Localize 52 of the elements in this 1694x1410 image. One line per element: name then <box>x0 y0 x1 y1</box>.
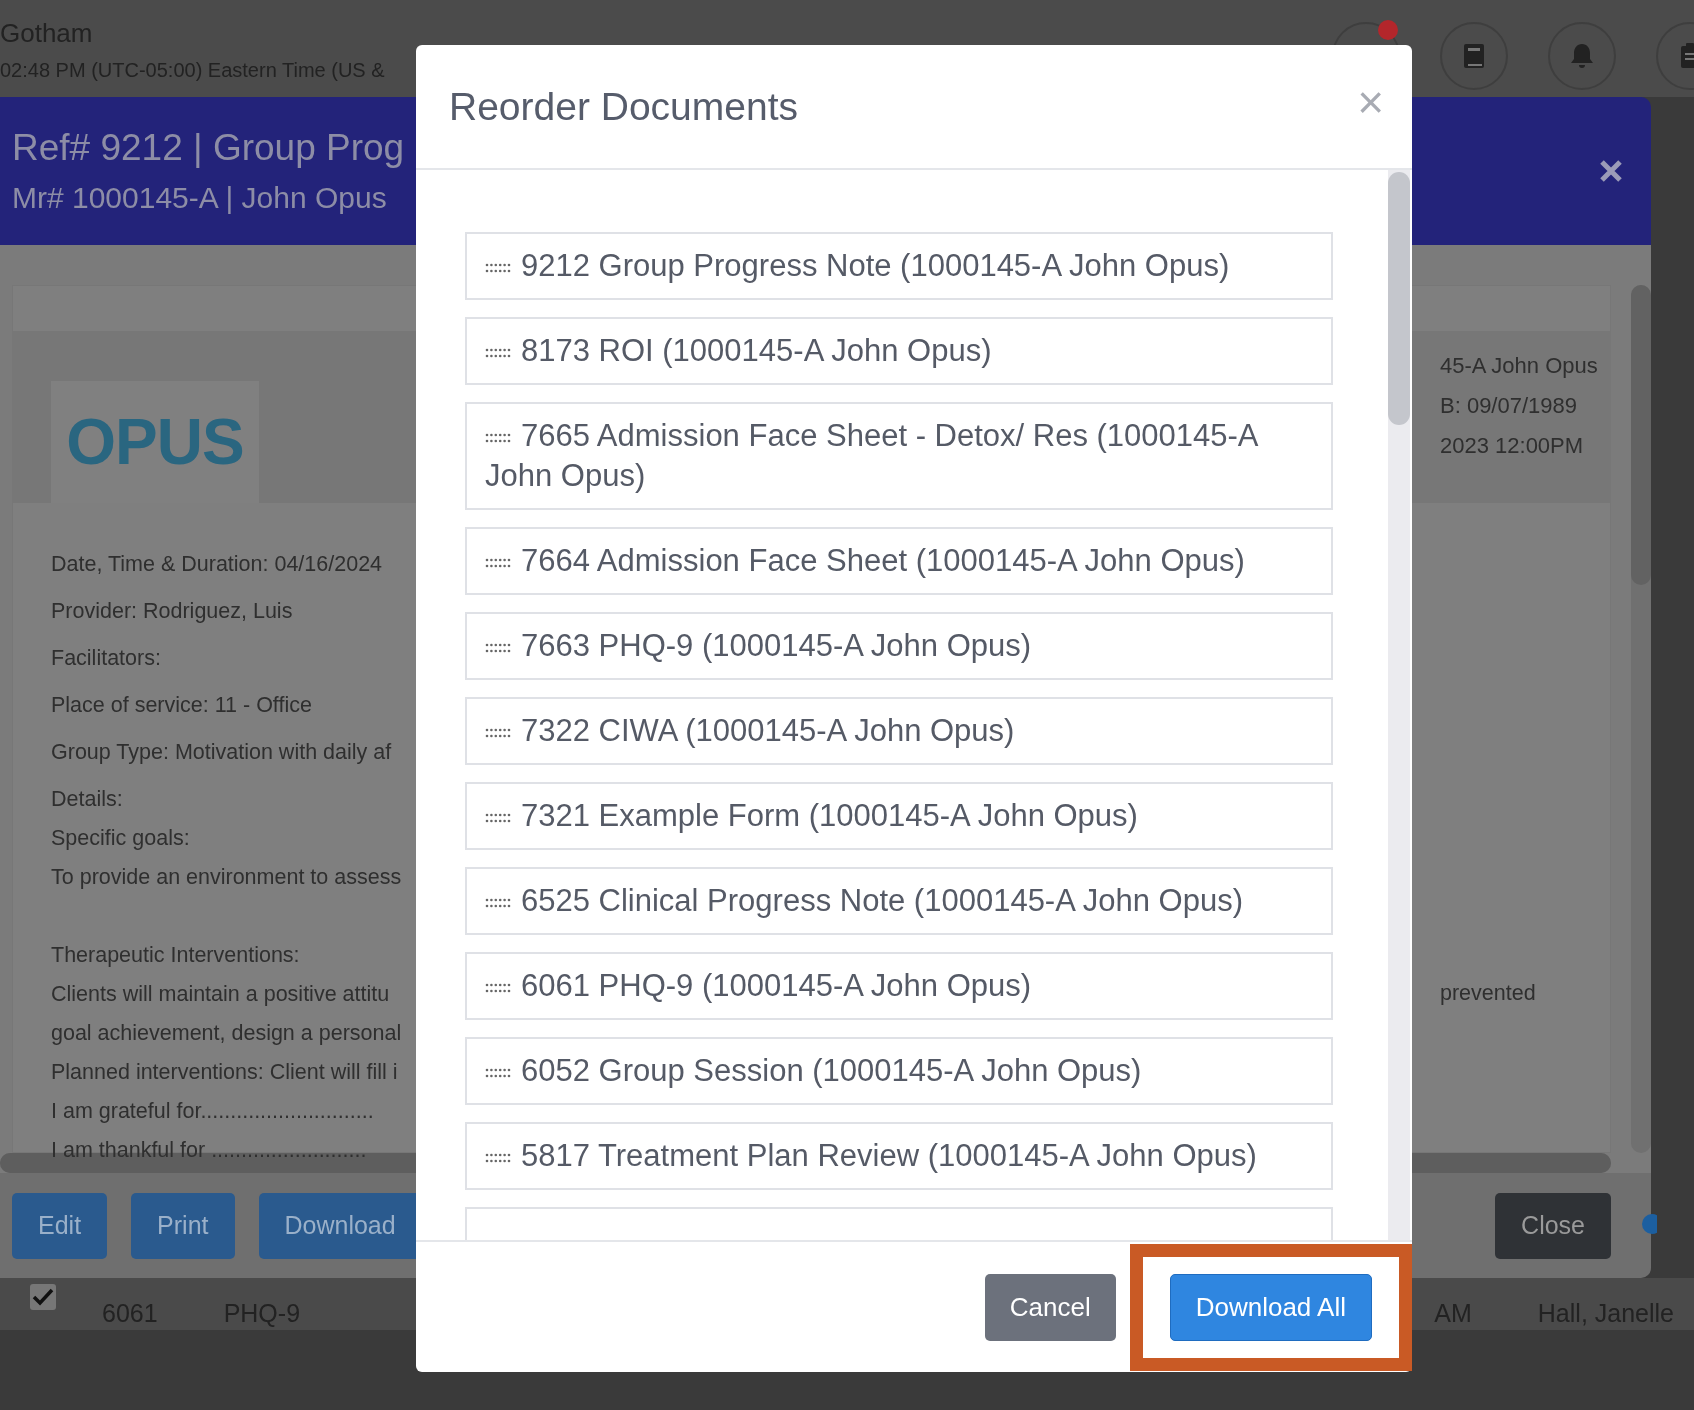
document-text: To provide an environment to assess <box>51 864 403 890</box>
patient-info-text: 2023 12:00PM <box>1440 433 1585 459</box>
document-list-item[interactable]: 7321 Example Form (1000145-A John Opus) <box>465 782 1333 850</box>
scrollbar-thumb[interactable] <box>1388 172 1410 425</box>
drag-handle-icon[interactable] <box>485 1152 511 1163</box>
document-list-item[interactable]: 7322 CIWA (1000145-A John Opus) <box>465 697 1333 765</box>
logo-text: OPUS <box>66 405 244 479</box>
document-list-item[interactable]: 7663 PHQ-9 (1000145-A John Opus) <box>465 612 1333 680</box>
dialog-button[interactable]: Download All <box>1169 1273 1372 1341</box>
drag-handle-icon[interactable] <box>485 347 511 358</box>
document-text: Place of service: 11 - Office <box>51 692 313 718</box>
document-text: I am thankful for .......................... <box>51 1137 368 1163</box>
document-list-item[interactable]: 8173 ROI (1000145-A John Opus) <box>465 317 1333 385</box>
header-title: Ref# 9212 | Group Prog <box>12 127 405 169</box>
document-text: Details: <box>51 786 124 812</box>
document-text: Specific goals: <box>51 825 191 851</box>
document-text: Clients will maintain a positive attitu <box>51 981 391 1007</box>
book-icon[interactable] <box>1462 42 1486 70</box>
scrollbar-thumb[interactable] <box>1631 285 1651 585</box>
drag-handle-icon[interactable] <box>485 727 511 738</box>
close-icon[interactable] <box>1599 159 1623 183</box>
document-list-item[interactable]: 7664 Admission Face Sheet (1000145-A John Opus) <box>465 527 1333 595</box>
drag-handle-icon[interactable] <box>485 1067 511 1078</box>
document-list-item[interactable]: 7665 Admission Face Sheet - Detox/ Res (1000145-A John Opus) <box>465 402 1333 510</box>
document-list-item[interactable]: 6052 Group Session (1000145-A John Opus) <box>465 1037 1333 1105</box>
checkbox[interactable] <box>30 1284 56 1310</box>
drag-handle-icon[interactable] <box>485 262 511 273</box>
drag-handle-icon[interactable] <box>485 642 511 653</box>
document-text: Provider: Rodriguez, Luis <box>51 598 294 624</box>
patient-info-text: B: 09/07/1989 <box>1440 393 1578 419</box>
dialog-button[interactable]: Cancel <box>984 1273 1116 1341</box>
document-list-item[interactable]: 9212 Group Progress Note (1000145-A John Opus) <box>465 232 1333 300</box>
header-subtitle: Mr# 1000145-A | John Opus <box>12 181 388 215</box>
drag-handle-icon[interactable] <box>485 897 511 908</box>
document-list-item[interactable]: 6525 Clinical Progress Note (1000145-A John Opus) <box>465 867 1333 935</box>
footer-button[interactable]: Close <box>1495 1192 1611 1259</box>
drag-handle-icon[interactable] <box>485 557 511 568</box>
patient-info-text: 45-A John Opus <box>1440 353 1599 379</box>
document-text: prevented <box>1440 981 1537 1007</box>
document-list-item[interactable]: 5817 Treatment Plan Review (1000145-A John Opus) <box>465 1122 1333 1190</box>
document-list-item[interactable]: 6061 PHQ-9 (1000145-A John Opus) <box>465 952 1333 1020</box>
document-text: Date, Time & Duration: 04/16/2024 <box>51 551 384 577</box>
document-text: goal achievement, design a personal <box>51 1020 403 1046</box>
dialog-title: Reorder Documents <box>449 84 798 129</box>
document-text: Group Type: Motivation with daily af <box>51 739 393 765</box>
drag-handle-icon[interactable] <box>485 812 511 823</box>
drag-handle-icon[interactable] <box>485 982 511 993</box>
document-text: Therapeutic Interventions: <box>51 942 301 968</box>
document-text: Facilitators: <box>51 645 162 671</box>
drag-handle-icon[interactable] <box>485 432 511 443</box>
document-text: Planned interventions: Client will fill i <box>51 1059 399 1085</box>
document-text: I am grateful for............................. <box>51 1098 375 1124</box>
